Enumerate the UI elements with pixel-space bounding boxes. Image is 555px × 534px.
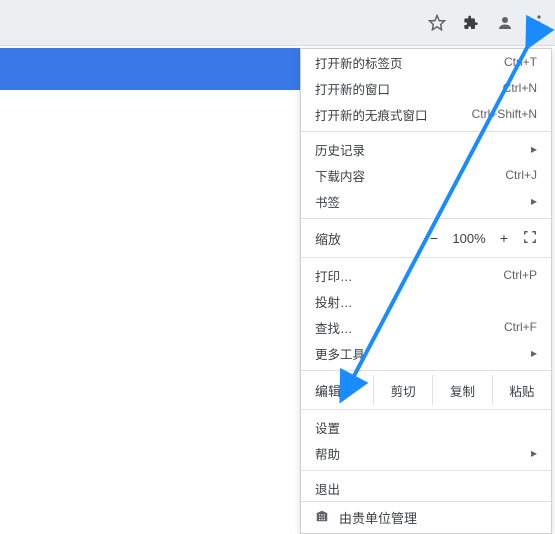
menu-item-zoom: 缩放 − 100% + [301, 223, 551, 253]
menu-label: 书签 [315, 192, 340, 211]
menu-label: 历史记录 [315, 140, 365, 159]
menu-item-more-tools[interactable]: 更多工具 ▸ [301, 340, 551, 366]
menu-label: 投射… [315, 292, 353, 311]
menu-shortcut: Ctrl+T [504, 55, 537, 69]
menu-item-exit[interactable]: 退出 [301, 475, 551, 501]
zoom-label: 缩放 [315, 229, 341, 248]
menu-item-settings[interactable]: 设置 [301, 414, 551, 440]
menu-item-print[interactable]: 打印… Ctrl+P [301, 262, 551, 288]
menu-shortcut: Ctrl+P [503, 268, 537, 282]
building-icon [315, 509, 329, 526]
menu-item-downloads[interactable]: 下载内容 Ctrl+J [301, 162, 551, 188]
menu-separator [301, 131, 551, 132]
zoom-value: 100% [447, 231, 491, 246]
menu-label: 打印… [315, 266, 353, 285]
edit-copy-button[interactable]: 复制 [432, 375, 491, 405]
fullscreen-icon[interactable] [517, 230, 543, 247]
menu-shortcut: Ctrl+N [503, 81, 537, 95]
menu-shortcut: Ctrl+F [504, 320, 537, 334]
kebab-menu-icon[interactable] [529, 13, 549, 33]
menu-separator [301, 409, 551, 410]
menu-label: 打开新的标签页 [315, 53, 403, 72]
menu-label: 更多工具 [315, 344, 365, 363]
edit-paste-button[interactable]: 粘贴 [492, 375, 551, 405]
menu-item-edit: 编辑 剪切 复制 粘贴 [301, 375, 551, 405]
submenu-arrow-icon: ▸ [531, 346, 537, 360]
menu-separator [301, 470, 551, 471]
zoom-in-button[interactable]: + [491, 230, 517, 246]
menu-item-new-tab[interactable]: 打开新的标签页 Ctrl+T [301, 49, 551, 75]
edit-cut-button[interactable]: 剪切 [373, 375, 432, 405]
menu-item-new-incognito[interactable]: 打开新的无痕式窗口 Ctrl+Shift+N [301, 101, 551, 127]
submenu-arrow-icon: ▸ [531, 446, 537, 460]
profile-icon[interactable] [495, 13, 515, 33]
menu-shortcut: Ctrl+J [505, 168, 537, 182]
zoom-out-button[interactable]: − [421, 230, 447, 246]
menu-label: 退出 [315, 479, 340, 498]
menu-label: 设置 [315, 418, 340, 437]
menu-item-bookmarks[interactable]: 书签 ▸ [301, 188, 551, 214]
menu-label: 查找… [315, 318, 353, 337]
menu-label: 下载内容 [315, 166, 365, 185]
menu-label: 帮助 [315, 444, 340, 463]
star-icon[interactable] [427, 13, 447, 33]
menu-separator [301, 370, 551, 371]
menu-item-new-window[interactable]: 打开新的窗口 Ctrl+N [301, 75, 551, 101]
page-header-strip [0, 48, 300, 90]
menu-label: 打开新的窗口 [315, 79, 390, 98]
menu-item-help[interactable]: 帮助 ▸ [301, 440, 551, 466]
menu-separator [301, 218, 551, 219]
chrome-main-menu: 打开新的标签页 Ctrl+T 打开新的窗口 Ctrl+N 打开新的无痕式窗口 C… [300, 48, 552, 534]
menu-item-cast[interactable]: 投射… [301, 288, 551, 314]
submenu-arrow-icon: ▸ [531, 194, 537, 208]
menu-item-find[interactable]: 查找… Ctrl+F [301, 314, 551, 340]
browser-toolbar [0, 0, 555, 46]
menu-separator [301, 257, 551, 258]
edit-label: 编辑 [315, 381, 373, 400]
menu-shortcut: Ctrl+Shift+N [472, 107, 537, 121]
managed-label: 由贵单位管理 [339, 508, 417, 527]
menu-label: 打开新的无痕式窗口 [315, 105, 428, 124]
submenu-arrow-icon: ▸ [531, 142, 537, 156]
menu-item-history[interactable]: 历史记录 ▸ [301, 136, 551, 162]
extensions-icon[interactable] [461, 13, 481, 33]
